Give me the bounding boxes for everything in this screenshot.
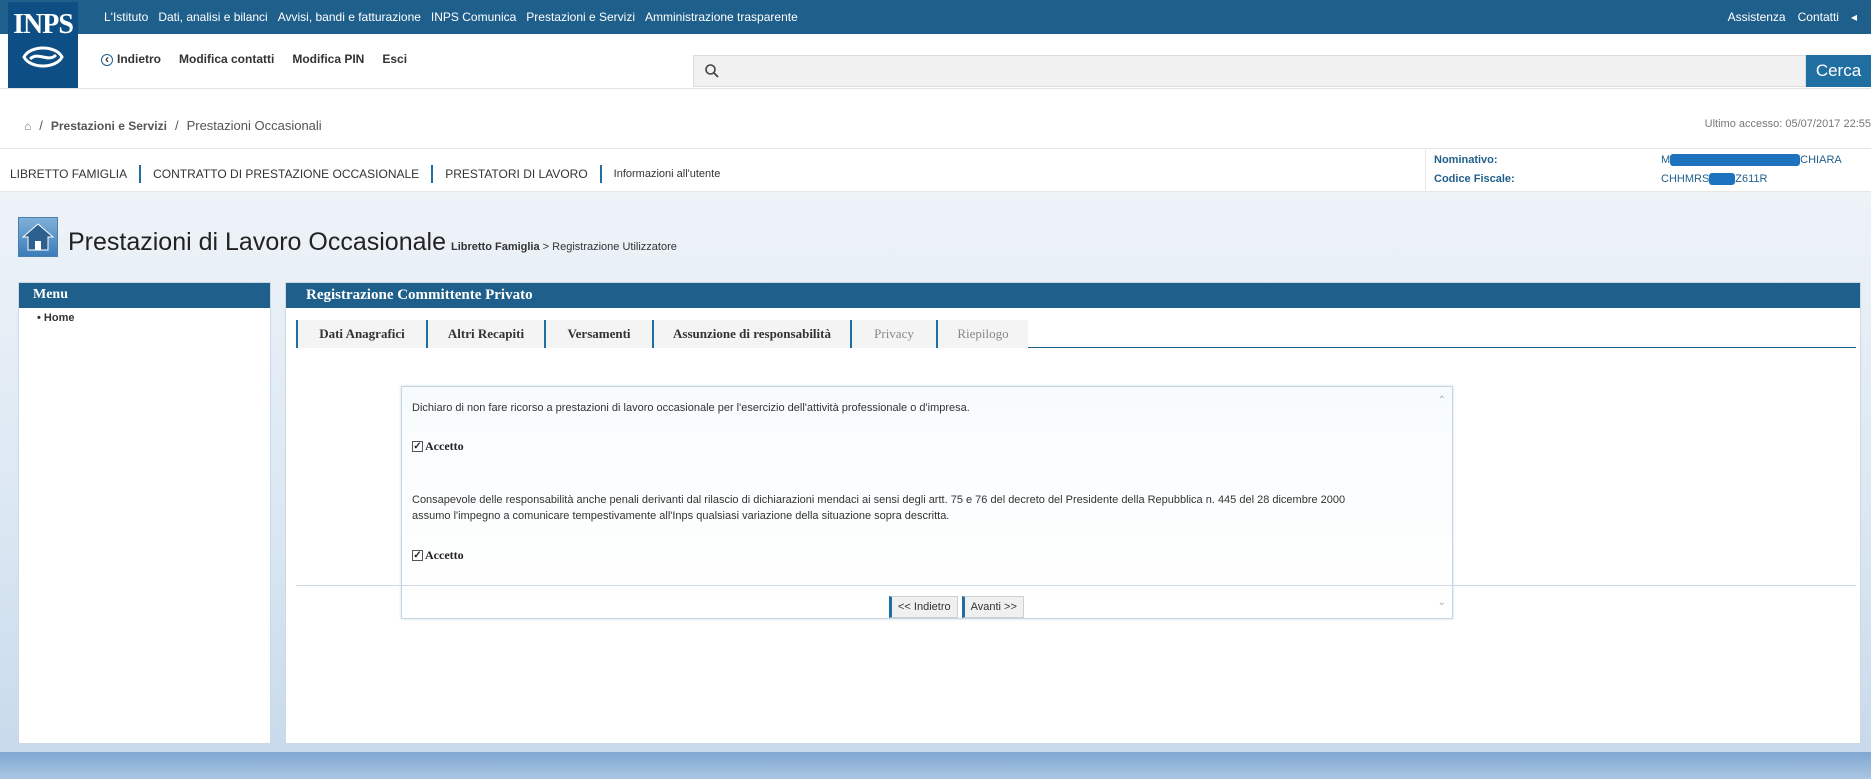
button-row-divider xyxy=(296,585,1856,586)
libnav-separator xyxy=(599,165,602,183)
breadcrumb: ⌂ / Prestazioni e Servizi / Prestazioni … xyxy=(24,118,322,133)
modifica-contatti-link[interactable]: Modifica contatti xyxy=(179,52,274,66)
share-icon[interactable]: ◂ xyxy=(1851,10,1857,24)
libnav-separator xyxy=(139,165,142,183)
menu-item-home-label: Home xyxy=(43,312,75,324)
declaration-1-text: Dichiaro di non fare ricorso a prestazio… xyxy=(412,402,970,414)
back-link[interactable]: ‹ Indietro xyxy=(101,52,161,66)
logo-text: INPS xyxy=(13,9,74,40)
wizard-buttons: << Indietro Avanti >> xyxy=(889,596,1024,618)
top-bar: L'Istituto Dati, analisi e bilanci Avvis… xyxy=(0,0,1871,34)
top-link-comunica[interactable]: INPS Comunica xyxy=(431,10,516,24)
libretto-nav-row: LIBRETTO FAMIGLIA CONTRATTO DI PRESTAZIO… xyxy=(0,148,1871,193)
scroll-up-icon[interactable]: ⌃ xyxy=(1438,395,1446,406)
back-circle-icon: ‹ xyxy=(101,53,113,66)
last-access: Ultimo accesso: 05/07/2017 22:55 xyxy=(1704,118,1871,130)
codice-fiscale-value: CHHMRS Z611R xyxy=(1661,173,1768,186)
back-button[interactable]: << Indietro xyxy=(889,596,958,618)
assistenza-link[interactable]: Assistenza xyxy=(1728,10,1786,24)
nominativo-start: M xyxy=(1661,154,1671,166)
nav-links: ‹ Indietro Modifica contatti Modifica PIN… xyxy=(101,52,407,66)
accept-label-2: Accetto xyxy=(425,548,464,562)
codice-fiscale-label: Codice Fiscale: xyxy=(1434,173,1515,185)
subtitle-bold: Libretto Famiglia xyxy=(450,241,540,253)
wizard-tabs: Dati Anagrafici Altri Recapiti Versament… xyxy=(296,320,1856,348)
redaction-bar xyxy=(1709,173,1736,186)
cf-start: CHHMRS xyxy=(1661,173,1710,185)
top-link-avvisi[interactable]: Avvisi, bandi e fatturazione xyxy=(278,10,421,24)
libnav-libretto-famiglia[interactable]: LIBRETTO FAMIGLIA xyxy=(10,167,127,181)
modifica-pin-link[interactable]: Modifica PIN xyxy=(292,52,364,66)
redaction-bar xyxy=(1670,154,1801,167)
menu-panel: Menu • Home xyxy=(18,282,271,744)
subtitle-rest: > Registrazione Utilizzatore xyxy=(539,241,677,253)
top-link-istituto[interactable]: L'Istituto xyxy=(104,10,148,24)
top-right-links: Assistenza Contatti ◂ xyxy=(1728,10,1857,24)
content-panel: Registrazione Committente Privato Dati A… xyxy=(285,282,1861,744)
libnav-separator xyxy=(431,165,434,183)
menu-header: Menu xyxy=(19,283,270,308)
checkmark-icon: ✓ xyxy=(412,440,423,452)
top-link-dati[interactable]: Dati, analisi e bilanci xyxy=(158,10,267,24)
page-title: Prestazioni di Lavoro Occasionale Libret… xyxy=(18,217,677,257)
contatti-link[interactable]: Contatti xyxy=(1798,10,1839,24)
nominativo-value: M CHIARA xyxy=(1661,154,1842,167)
checkmark-icon: ✓ xyxy=(412,549,423,561)
libnav-contratto[interactable]: CONTRATTO DI PRESTAZIONE OCCASIONALE xyxy=(153,167,419,181)
search-icon xyxy=(705,64,719,78)
tab-altri-recapiti[interactable]: Altri Recapiti xyxy=(426,320,544,348)
top-link-prestazioni[interactable]: Prestazioni e Servizi xyxy=(526,10,635,24)
tab-versamenti[interactable]: Versamenti xyxy=(544,320,652,348)
accept-checkbox-2[interactable]: ✓ Accetto xyxy=(412,548,464,563)
inps-logo[interactable]: INPS xyxy=(8,2,78,88)
tab-dati-anagrafici[interactable]: Dati Anagrafici xyxy=(296,320,426,348)
content-header: Registrazione Committente Privato xyxy=(286,283,1860,308)
breadcrumb-current: Prestazioni Occasionali xyxy=(186,118,322,133)
tab-assunzione-responsabilita[interactable]: Assunzione di responsabilità xyxy=(652,320,850,348)
search-input[interactable] xyxy=(693,55,1806,87)
home-icon[interactable]: ⌂ xyxy=(24,119,31,133)
back-label: Indietro xyxy=(117,52,161,66)
breadcrumb-sep-icon: / xyxy=(39,118,43,133)
scroll-down-icon[interactable]: ⌄ xyxy=(1438,597,1446,608)
page-title-text: Prestazioni di Lavoro Occasionale xyxy=(68,228,446,256)
nominativo-label: Nominativo: xyxy=(1434,154,1498,166)
next-button[interactable]: Avanti >> xyxy=(961,596,1024,618)
tab-riepilogo[interactable]: Riepilogo xyxy=(936,320,1028,348)
top-links: L'Istituto Dati, analisi e bilanci Avvis… xyxy=(104,10,798,24)
logo-emblem-icon xyxy=(22,46,64,68)
accept-label-1: Accetto xyxy=(425,439,464,453)
breadcrumb-sep-icon: / xyxy=(174,118,179,133)
esci-link[interactable]: Esci xyxy=(382,52,407,66)
house-icon xyxy=(18,217,58,257)
cf-end: Z611R xyxy=(1735,173,1768,185)
menu-item-home[interactable]: • Home xyxy=(19,308,270,328)
declaration-2-line2: assumo l'impegno a comunicare tempestiva… xyxy=(412,510,950,522)
page-subtitle: Libretto Famiglia > Registrazione Utiliz… xyxy=(451,241,677,253)
top-link-trasparente[interactable]: Amministrazione trasparente xyxy=(645,10,798,24)
libretto-nav: LIBRETTO FAMIGLIA CONTRATTO DI PRESTAZIO… xyxy=(10,165,720,183)
bottom-stripe xyxy=(0,752,1871,779)
nominativo-end: CHIARA xyxy=(1800,154,1842,166)
breadcrumb-prestazioni[interactable]: Prestazioni e Servizi xyxy=(51,119,167,133)
accept-checkbox-1[interactable]: ✓ Accetto xyxy=(412,439,464,454)
libnav-informazioni[interactable]: Informazioni all'utente xyxy=(614,168,721,180)
search-button[interactable]: Cerca xyxy=(1806,55,1871,87)
user-info: Nominativo: Codice Fiscale: M CHIARA CHHM… xyxy=(1425,149,1871,193)
tab-privacy[interactable]: Privacy xyxy=(850,320,936,348)
libnav-prestatori[interactable]: PRESTATORI DI LAVORO xyxy=(445,167,587,181)
